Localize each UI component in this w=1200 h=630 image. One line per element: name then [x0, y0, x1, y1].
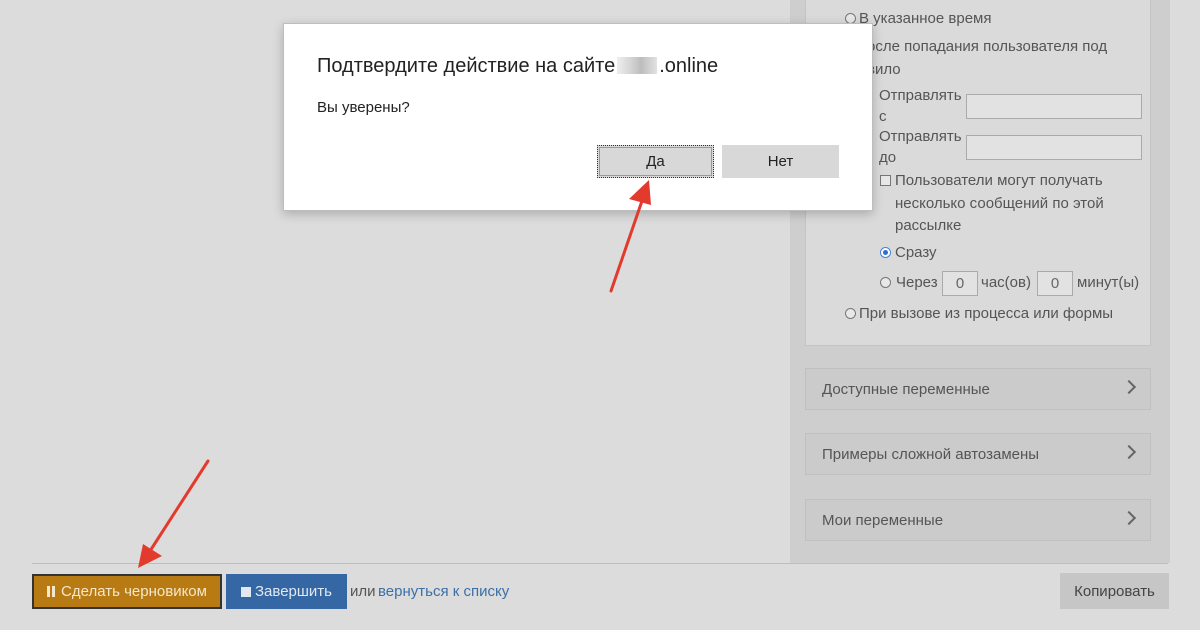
- annotation-arrow-to-draft: [138, 459, 210, 568]
- annotation-overlay: [138, 180, 651, 568]
- annotation-arrow-to-yes: [609, 180, 651, 293]
